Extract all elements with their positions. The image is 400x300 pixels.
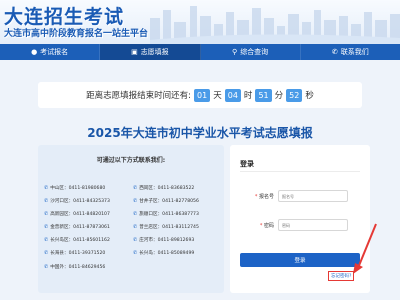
contact-text: 旅顺口区：0411-86387773 xyxy=(139,211,199,217)
contact-list: ✆ 中山区：0411-81980680 ✆ 西岗区：0411-83683522 ✆ 沙… xyxy=(44,182,220,272)
phone-icon: ✆ xyxy=(44,184,49,191)
contact-item: ✆ 甘井子区：0411-82778056 xyxy=(133,195,220,206)
header-banner: 大连招生考试 大连市高中阶段教育报名一站生平台 xyxy=(0,0,400,44)
contact-item: ✆ 沙河口区：0411-84325373 xyxy=(44,195,131,206)
contact-item: ✆ 旅顺口区：0411-86387773 xyxy=(133,208,220,219)
countdown-seconds-unit: 秒 xyxy=(305,91,314,101)
page-title: 2025年大连市初中学业水平考试志愿填报 xyxy=(87,126,313,140)
contact-text: 金普新区：0411-87873061 xyxy=(50,225,110,231)
countdown-hours-unit: 时 xyxy=(243,91,253,101)
contact-item: ✆ 长海县：0411-39371520 xyxy=(44,248,131,259)
phone-icon: ✆ xyxy=(44,250,49,257)
nav-label: 考试报名 xyxy=(40,48,69,56)
contact-text: 长兴岛：0411-85089499 xyxy=(139,251,195,257)
contact-heading: 可通过以下方式联系我们: xyxy=(96,157,166,164)
phone-icon: ✆ xyxy=(133,250,138,257)
contact-text: 中国外：0411-84629456 xyxy=(50,264,106,270)
search-icon: ⚲ xyxy=(232,48,238,56)
nav-item-volunteer[interactable]: ▣ 志愿填报 xyxy=(100,44,201,60)
user-icon: ● xyxy=(31,48,38,56)
phone-icon: ✆ xyxy=(133,184,138,191)
nav-item-registration[interactable]: ● 考试报名 xyxy=(0,44,101,60)
phone-icon: ✆ xyxy=(133,224,138,231)
contact-text: 甘井子区：0411-82778056 xyxy=(139,198,199,204)
countdown-prefix: 距离志愿填报结束时间还有: xyxy=(86,91,192,101)
phone-icon: ✆ xyxy=(44,237,49,244)
divider xyxy=(240,171,360,172)
phone-icon: ✆ xyxy=(44,210,49,217)
site-subtitle: 大连市高中阶段教育报名一站生平台 xyxy=(4,29,149,39)
nav-label: 志愿填报 xyxy=(140,48,169,56)
countdown-days: 01 xyxy=(194,88,211,102)
nav-label: 综合查询 xyxy=(240,48,269,56)
contact-item: ✆ 长兴岛区：0411-85601162 xyxy=(44,235,131,246)
countdown-days-unit: 天 xyxy=(213,91,222,101)
contact-text: 长兴岛区：0411-85601162 xyxy=(50,238,110,244)
required-mark: * xyxy=(254,194,258,200)
phone-icon: ✆ xyxy=(133,197,138,204)
contact-item: ✆ 金普新区：0411-87873061 xyxy=(44,222,131,233)
doc-icon: ▣ xyxy=(131,48,138,56)
username-label-text: 报名号 xyxy=(258,194,274,200)
username-input[interactable] xyxy=(278,190,348,202)
contact-text: 沙河口区：0411-84325373 xyxy=(50,198,110,204)
nav-item-contact[interactable]: ✆ 联系我们 xyxy=(301,44,400,60)
main-nav: ● 考试报名 ▣ 志愿填报 ⚲ 综合查询 ✆ 联系我们 xyxy=(0,44,400,60)
annotation-arrow xyxy=(353,223,377,274)
contact-item: ✆ 长兴岛：0411-85089499 xyxy=(133,248,220,259)
countdown-seconds: 52 xyxy=(286,88,303,102)
nav-label: 联系我们 xyxy=(340,48,369,56)
contact-text: 普兰店区：0411-83112745 xyxy=(139,225,199,231)
contact-item: ✆ 中国外：0411-84629456 xyxy=(44,261,131,272)
contact-panel: 可通过以下方式联系我们: ✆ 中山区：0411-81980680 ✆ 西岗区：041… xyxy=(38,145,224,293)
countdown-hours: 04 xyxy=(224,88,241,102)
phone-icon: ✆ xyxy=(44,197,49,204)
contact-item: ✆ 普兰店区：0411-83112745 xyxy=(133,222,220,233)
contact-item: ✆ 高新园区：0411-84820107 xyxy=(44,208,131,219)
contact-item: ✆ 中山区：0411-81980680 xyxy=(44,182,131,193)
countdown-minutes: 51 xyxy=(255,88,272,102)
username-label: * 报名号 xyxy=(244,193,274,200)
phone-icon: ✆ xyxy=(133,210,138,217)
login-title: 登录 xyxy=(240,160,254,168)
phone-icon: ✆ xyxy=(44,224,49,231)
contact-text: 长海县：0411-39371520 xyxy=(50,251,106,257)
contact-item: ✆ 庄河市：0411-89812693 xyxy=(133,235,220,246)
nav-item-query[interactable]: ⚲ 综合查询 xyxy=(201,44,301,60)
password-label: * 密码 xyxy=(244,222,274,229)
contact-text: 中山区：0411-81980680 xyxy=(50,185,106,191)
countdown-minutes-unit: 分 xyxy=(274,91,284,101)
contact-text: 高新园区：0411-84820107 xyxy=(50,211,110,217)
contact-item: ✆ 西岗区：0411-83683522 xyxy=(133,182,220,193)
password-label-text: 密码 xyxy=(263,223,274,229)
site-title: 大连招生考试 xyxy=(4,6,125,28)
phone-icon: ✆ xyxy=(331,48,338,56)
phone-icon: ✆ xyxy=(133,237,138,244)
phone-icon: ✆ xyxy=(44,263,49,270)
required-mark: * xyxy=(259,223,263,229)
contact-text: 西岗区：0411-83683522 xyxy=(139,185,195,191)
countdown-bar: 距离志愿填报结束时间还有: 01 天 04 时 51 分 52 秒 xyxy=(38,82,362,108)
contact-text: 庄河市：0411-89812693 xyxy=(139,238,195,244)
